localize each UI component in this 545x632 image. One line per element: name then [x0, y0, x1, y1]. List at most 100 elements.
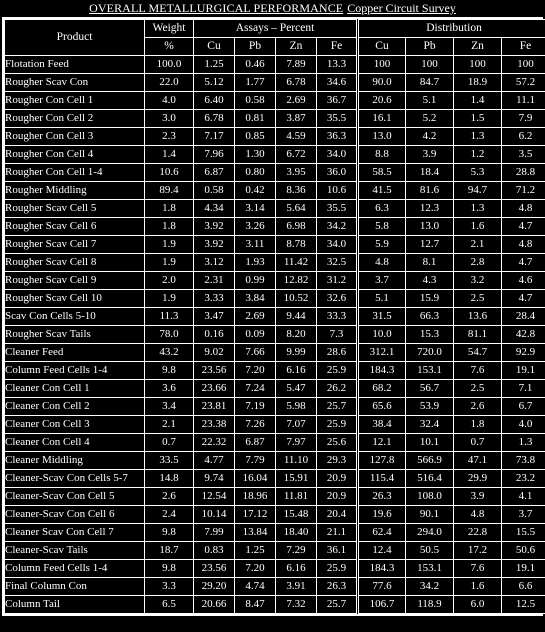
cell-assay-fe: 34.6	[315, 73, 359, 92]
table-row: Cleaner-Scav Con Cells 5-7 14.8 9.74 16.04 1…	[4, 469, 545, 488]
cell-distribution-zn: 81.1	[453, 325, 503, 344]
cell-weight-percent: 78.0	[144, 325, 194, 344]
cell-distribution-pb: 10.1	[405, 433, 455, 452]
cell-distribution-pb: 4.3	[405, 271, 455, 290]
cell-assay-pb: 7.24	[234, 379, 276, 398]
cell-assay-pb: 6.87	[234, 433, 276, 452]
cell-weight-percent: 1.9	[144, 235, 194, 254]
cell-product-name: Rougher Con Cell 1	[4, 91, 145, 110]
cell-distribution-fe: 4.8	[501, 199, 545, 218]
cell-assay-fe: 35.5	[315, 109, 359, 128]
cell-assay-cu: 3.12	[193, 253, 235, 272]
header-row-groups: Product Weight Assays – Percent Distribu…	[4, 19, 545, 56]
cell-distribution-fe: 11.1	[501, 91, 545, 110]
cell-weight-percent: 33.5	[144, 451, 194, 470]
cell-distribution-cu: 41.5	[356, 181, 407, 200]
cell-assay-pb: 0.09	[234, 325, 276, 344]
cell-distribution-cu: 77.6	[356, 577, 407, 596]
cell-distribution-cu: 68.2	[356, 379, 407, 398]
cell-assay-pb: 7.26	[234, 415, 276, 434]
cell-product-name: Cleaner-Scav Con Cells 5-7	[4, 469, 145, 488]
cell-assay-zn: 7.97	[275, 433, 317, 452]
cell-assay-fe: 25.9	[315, 559, 359, 578]
cell-weight-percent: 1.9	[144, 253, 194, 272]
cell-distribution-cu: 12.4	[356, 541, 407, 560]
cell-distribution-pb: 108.0	[405, 487, 455, 506]
cell-assay-fe: 7.3	[315, 325, 359, 344]
table-row: Cleaner Feed 43.2 9.02 7.66 9.99 28.6 312.1 720…	[4, 343, 545, 362]
cell-distribution-fe: 12.5	[501, 595, 545, 614]
cell-distribution-pb: 100	[405, 55, 455, 74]
cell-weight-percent: 3.4	[144, 397, 194, 416]
cell-assay-fe: 32.5	[315, 253, 359, 272]
cell-assay-cu: 9.74	[193, 469, 235, 488]
cell-product-name: Cleaner Con Cell 4	[4, 433, 145, 452]
cell-assay-fe: 32.6	[315, 289, 359, 308]
cell-distribution-zn: 2.6	[453, 397, 503, 416]
cell-product-name: Rougher Scav Cell 9	[4, 271, 145, 290]
cell-weight-percent: 6.5	[144, 595, 194, 614]
cell-distribution-pb: 4.2	[405, 127, 455, 146]
cell-distribution-pb: 15.9	[405, 289, 455, 308]
table-row: Column Feed Cells 1-4 9.8 23.56 7.20 6.16 25.…	[4, 361, 545, 380]
cell-weight-percent: 2.0	[144, 271, 194, 290]
cell-product-name: Cleaner Feed	[4, 343, 145, 362]
cell-distribution-zn: 100	[453, 55, 503, 74]
cell-assay-pb: 16.04	[234, 469, 276, 488]
cell-assay-pb: 1.30	[234, 145, 276, 164]
cell-assay-cu: 12.54	[193, 487, 235, 506]
cell-distribution-zn: 29.9	[453, 469, 503, 488]
cell-assay-zn: 8.78	[275, 235, 317, 254]
cell-weight-percent: 100.0	[144, 55, 194, 74]
cell-distribution-fe: 73.8	[501, 451, 545, 470]
cell-distribution-cu: 20.6	[356, 91, 407, 110]
cell-weight-percent: 2.6	[144, 487, 194, 506]
cell-weight-percent: 11.3	[144, 307, 194, 326]
cell-distribution-pb: 53.9	[405, 397, 455, 416]
cell-weight-percent: 1.8	[144, 199, 194, 218]
cell-distribution-cu: 62.4	[356, 523, 407, 542]
cell-distribution-zn: 1.3	[453, 199, 503, 218]
cell-distribution-fe: 50.6	[501, 541, 545, 560]
table-row: Rougher Scav Cell 5 1.8 4.34 3.14 5.64 35.5 6.…	[4, 199, 545, 218]
cell-distribution-zn: 1.6	[453, 577, 503, 596]
metallurgical-table-frame: Product Weight Assays – Percent Distribu…	[2, 17, 545, 616]
column-header-assay-pb: Pb	[234, 37, 276, 56]
cell-assay-cu: 4.77	[193, 451, 235, 470]
cell-weight-percent: 89.4	[144, 181, 194, 200]
cell-distribution-fe: 100	[501, 55, 545, 74]
cell-product-name: Column Tail	[4, 595, 145, 614]
cell-distribution-pb: 15.3	[405, 325, 455, 344]
cell-assay-fe: 31.2	[315, 271, 359, 290]
cell-assay-fe: 34.2	[315, 217, 359, 236]
cell-distribution-fe: 6.7	[501, 397, 545, 416]
cell-assay-cu: 0.58	[193, 181, 235, 200]
cell-assay-fe: 29.3	[315, 451, 359, 470]
cell-distribution-cu: 65.6	[356, 397, 407, 416]
cell-distribution-fe: 4.1	[501, 487, 545, 506]
cell-distribution-zn: 7.6	[453, 559, 503, 578]
cell-distribution-cu: 5.8	[356, 217, 407, 236]
cell-product-name: Rougher Con Cell 2	[4, 109, 145, 128]
cell-distribution-cu: 58.5	[356, 163, 407, 182]
cell-assay-fe: 36.1	[315, 541, 359, 560]
cell-assay-zn: 15.91	[275, 469, 317, 488]
cell-distribution-zn: 1.2	[453, 145, 503, 164]
column-header-assay-fe: Fe	[315, 37, 359, 56]
cell-distribution-zn: 1.3	[453, 127, 503, 146]
cell-distribution-pb: 516.4	[405, 469, 455, 488]
cell-distribution-pb: 56.7	[405, 379, 455, 398]
cell-assay-zn: 6.16	[275, 361, 317, 380]
cell-distribution-cu: 6.3	[356, 199, 407, 218]
cell-distribution-pb: 153.1	[405, 361, 455, 380]
cell-assay-fe: 25.9	[315, 415, 359, 434]
cell-distribution-pb: 66.3	[405, 307, 455, 326]
cell-product-name: Cleaner Con Cell 1	[4, 379, 145, 398]
cell-assay-zn: 11.10	[275, 451, 317, 470]
cell-assay-fe: 36.0	[315, 163, 359, 182]
table-row: Rougher Con Cell 1-4 10.6 6.87 0.80 3.95 36.0…	[4, 163, 545, 182]
cell-distribution-zn: 18.9	[453, 73, 503, 92]
cell-assay-fe: 13.3	[315, 55, 359, 74]
cell-assay-pb: 0.85	[234, 127, 276, 146]
cell-weight-percent: 2.1	[144, 415, 194, 434]
